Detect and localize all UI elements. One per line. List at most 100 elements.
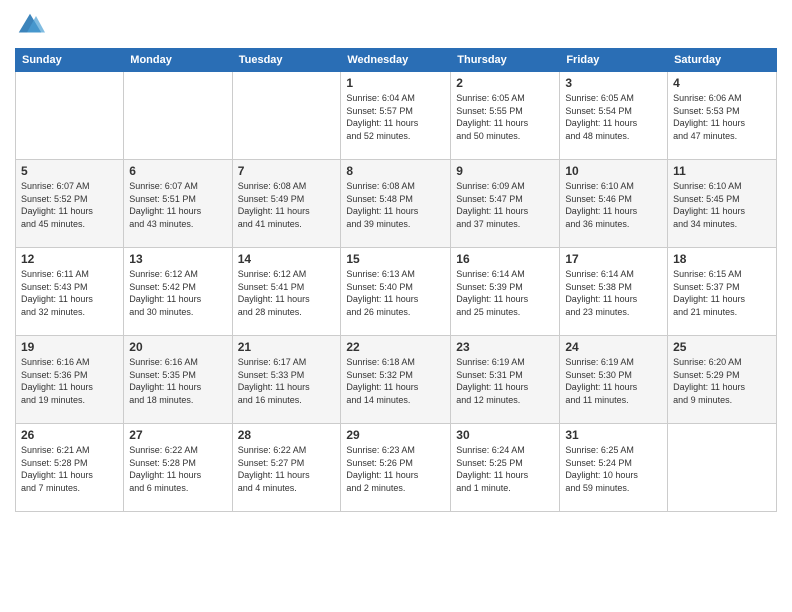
day-info: Sunrise: 6:07 AM Sunset: 5:51 PM Dayligh… (129, 180, 226, 230)
calendar-col-monday: Monday (124, 49, 232, 72)
day-info: Sunrise: 6:08 AM Sunset: 5:49 PM Dayligh… (238, 180, 336, 230)
day-info: Sunrise: 6:12 AM Sunset: 5:42 PM Dayligh… (129, 268, 226, 318)
day-number: 27 (129, 428, 226, 442)
day-info: Sunrise: 6:11 AM Sunset: 5:43 PM Dayligh… (21, 268, 118, 318)
calendar-week-5: 26Sunrise: 6:21 AM Sunset: 5:28 PM Dayli… (16, 424, 777, 512)
day-number: 24 (565, 340, 662, 354)
calendar-cell: 23 Sunrise: 6:19 AM Sunset: 5:31 PM Dayli… (451, 336, 560, 424)
calendar-cell: 17Sunrise: 6:14 AM Sunset: 5:38 PM Dayli… (560, 248, 668, 336)
day-number: 20 (129, 340, 226, 354)
day-info: Sunrise: 6:23 AM Sunset: 5:26 PM Dayligh… (346, 444, 445, 494)
calendar-cell: 14 Sunrise: 6:12 AM Sunset: 5:41 PM Dayli… (232, 248, 341, 336)
day-info: Sunrise: 6:12 AM Sunset: 5:41 PM Dayligh… (238, 268, 336, 318)
calendar-header-row: SundayMondayTuesdayWednesdayThursdayFrid… (16, 49, 777, 72)
day-number: 1 (346, 76, 445, 90)
day-info: Sunrise: 6:06 AM Sunset: 5:53 PM Dayligh… (673, 92, 771, 142)
calendar-cell: 28 Sunrise: 6:22 AM Sunset: 5:27 PM Dayli… (232, 424, 341, 512)
day-number: 15 (346, 252, 445, 266)
day-info: Sunrise: 6:05 AM Sunset: 5:55 PM Dayligh… (456, 92, 554, 142)
calendar-cell: 21 Sunrise: 6:17 AM Sunset: 5:33 PM Dayli… (232, 336, 341, 424)
calendar-cell: 30 Sunrise: 6:24 AM Sunset: 5:25 PM Dayli… (451, 424, 560, 512)
day-info: Sunrise: 6:13 AM Sunset: 5:40 PM Dayligh… (346, 268, 445, 318)
calendar-cell: 15 Sunrise: 6:13 AM Sunset: 5:40 PM Dayli… (341, 248, 451, 336)
day-number: 31 (565, 428, 662, 442)
calendar-cell: 25 Sunrise: 6:20 AM Sunset: 5:29 PM Dayli… (668, 336, 777, 424)
calendar-week-3: 12 Sunrise: 6:11 AM Sunset: 5:43 PM Dayli… (16, 248, 777, 336)
day-info: Sunrise: 6:22 AM Sunset: 5:28 PM Dayligh… (129, 444, 226, 494)
calendar-cell: 19Sunrise: 6:16 AM Sunset: 5:36 PM Dayli… (16, 336, 124, 424)
calendar-col-friday: Friday (560, 49, 668, 72)
calendar-cell: 12 Sunrise: 6:11 AM Sunset: 5:43 PM Dayli… (16, 248, 124, 336)
calendar-cell: 11Sunrise: 6:10 AM Sunset: 5:45 PM Dayli… (668, 160, 777, 248)
day-info: Sunrise: 6:10 AM Sunset: 5:46 PM Dayligh… (565, 180, 662, 230)
calendar-week-1: 1 Sunrise: 6:04 AM Sunset: 5:57 PM Daylig… (16, 72, 777, 160)
calendar-cell: 31 Sunrise: 6:25 AM Sunset: 5:24 PM Dayli… (560, 424, 668, 512)
day-info: Sunrise: 6:24 AM Sunset: 5:25 PM Dayligh… (456, 444, 554, 494)
calendar-week-2: 5 Sunrise: 6:07 AM Sunset: 5:52 PM Daylig… (16, 160, 777, 248)
day-number: 9 (456, 164, 554, 178)
day-info: Sunrise: 6:25 AM Sunset: 5:24 PM Dayligh… (565, 444, 662, 494)
day-number: 10 (565, 164, 662, 178)
day-number: 12 (21, 252, 118, 266)
calendar-cell: 26Sunrise: 6:21 AM Sunset: 5:28 PM Dayli… (16, 424, 124, 512)
calendar-col-wednesday: Wednesday (341, 49, 451, 72)
calendar-cell: 10 Sunrise: 6:10 AM Sunset: 5:46 PM Dayli… (560, 160, 668, 248)
calendar-cell: 8 Sunrise: 6:08 AM Sunset: 5:48 PM Daylig… (341, 160, 451, 248)
day-info: Sunrise: 6:04 AM Sunset: 5:57 PM Dayligh… (346, 92, 445, 142)
day-number: 6 (129, 164, 226, 178)
day-info: Sunrise: 6:09 AM Sunset: 5:47 PM Dayligh… (456, 180, 554, 230)
day-info: Sunrise: 6:20 AM Sunset: 5:29 PM Dayligh… (673, 356, 771, 406)
calendar-cell: 4 Sunrise: 6:06 AM Sunset: 5:53 PM Daylig… (668, 72, 777, 160)
day-number: 8 (346, 164, 445, 178)
calendar-cell: 2 Sunrise: 6:05 AM Sunset: 5:55 PM Daylig… (451, 72, 560, 160)
calendar-col-sunday: Sunday (16, 49, 124, 72)
day-info: Sunrise: 6:19 AM Sunset: 5:31 PM Dayligh… (456, 356, 554, 406)
calendar-cell: 7 Sunrise: 6:08 AM Sunset: 5:49 PM Daylig… (232, 160, 341, 248)
calendar-cell (668, 424, 777, 512)
day-info: Sunrise: 6:18 AM Sunset: 5:32 PM Dayligh… (346, 356, 445, 406)
calendar-cell: 3 Sunrise: 6:05 AM Sunset: 5:54 PM Daylig… (560, 72, 668, 160)
day-number: 21 (238, 340, 336, 354)
calendar-week-4: 19Sunrise: 6:16 AM Sunset: 5:36 PM Dayli… (16, 336, 777, 424)
calendar-cell: 22 Sunrise: 6:18 AM Sunset: 5:32 PM Dayli… (341, 336, 451, 424)
day-number: 14 (238, 252, 336, 266)
day-number: 17 (565, 252, 662, 266)
day-number: 2 (456, 76, 554, 90)
header (15, 10, 777, 40)
day-number: 22 (346, 340, 445, 354)
day-info: Sunrise: 6:17 AM Sunset: 5:33 PM Dayligh… (238, 356, 336, 406)
day-number: 13 (129, 252, 226, 266)
day-number: 23 (456, 340, 554, 354)
day-info: Sunrise: 6:19 AM Sunset: 5:30 PM Dayligh… (565, 356, 662, 406)
day-number: 25 (673, 340, 771, 354)
day-number: 7 (238, 164, 336, 178)
day-info: Sunrise: 6:22 AM Sunset: 5:27 PM Dayligh… (238, 444, 336, 494)
day-info: Sunrise: 6:10 AM Sunset: 5:45 PM Dayligh… (673, 180, 771, 230)
logo (15, 10, 49, 40)
calendar-cell: 24 Sunrise: 6:19 AM Sunset: 5:30 PM Dayli… (560, 336, 668, 424)
day-number: 3 (565, 76, 662, 90)
day-info: Sunrise: 6:14 AM Sunset: 5:39 PM Dayligh… (456, 268, 554, 318)
day-info: Sunrise: 6:07 AM Sunset: 5:52 PM Dayligh… (21, 180, 118, 230)
calendar-col-tuesday: Tuesday (232, 49, 341, 72)
calendar-cell: 1 Sunrise: 6:04 AM Sunset: 5:57 PM Daylig… (341, 72, 451, 160)
calendar-cell: 18Sunrise: 6:15 AM Sunset: 5:37 PM Dayli… (668, 248, 777, 336)
calendar-cell (16, 72, 124, 160)
day-number: 19 (21, 340, 118, 354)
day-number: 5 (21, 164, 118, 178)
calendar-cell: 5 Sunrise: 6:07 AM Sunset: 5:52 PM Daylig… (16, 160, 124, 248)
calendar-col-saturday: Saturday (668, 49, 777, 72)
day-number: 29 (346, 428, 445, 442)
calendar-cell: 13 Sunrise: 6:12 AM Sunset: 5:42 PM Dayli… (124, 248, 232, 336)
calendar-cell: 29 Sunrise: 6:23 AM Sunset: 5:26 PM Dayli… (341, 424, 451, 512)
day-number: 4 (673, 76, 771, 90)
day-number: 28 (238, 428, 336, 442)
day-info: Sunrise: 6:05 AM Sunset: 5:54 PM Dayligh… (565, 92, 662, 142)
day-number: 18 (673, 252, 771, 266)
logo-icon (15, 10, 45, 40)
calendar-cell: 20Sunrise: 6:16 AM Sunset: 5:35 PM Dayli… (124, 336, 232, 424)
day-number: 16 (456, 252, 554, 266)
day-number: 30 (456, 428, 554, 442)
calendar-cell (124, 72, 232, 160)
day-info: Sunrise: 6:08 AM Sunset: 5:48 PM Dayligh… (346, 180, 445, 230)
